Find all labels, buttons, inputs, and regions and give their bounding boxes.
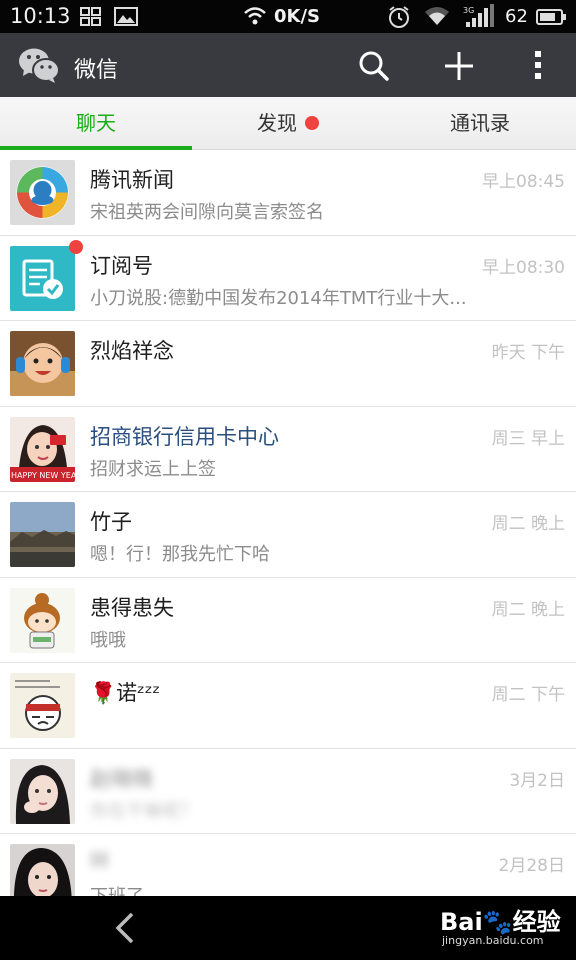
unread-badge: [69, 239, 83, 254]
woman-photo-icon: [10, 758, 75, 824]
svg-text:3G: 3G: [463, 6, 474, 15]
tab-label: 发现: [257, 111, 297, 135]
avatar: [10, 587, 75, 653]
wechat-logo-icon: [19, 48, 60, 83]
chat-time: 周二 晚上: [491, 514, 565, 534]
back-icon[interactable]: [110, 910, 142, 946]
status-time: 10:13: [10, 4, 71, 28]
chat-row[interactable]: HAPPY NEW YEAR 招商银行信用卡中心 招财求运上上签 周三 早上: [0, 406, 576, 492]
chat-time: 周二 晚上: [491, 599, 565, 620]
chat-row[interactable]: 订阅号 小刀说股:德勤中国发布2014年TMT行业十大... 早上08:30: [0, 235, 576, 321]
chat-preview: 嗯！行！那我先忙下哈: [90, 544, 270, 565]
chat-name: 🌹诺ᶻᶻᶻ: [90, 681, 161, 705]
chat-row[interactable]: 腾讯新闻 宋祖英两会间隙向莫言索签名 早上08:45: [0, 150, 576, 236]
alarm-clock-icon: [389, 6, 409, 28]
plus-icon[interactable]: [443, 50, 475, 82]
chat-row[interactable]: 🌹诺ᶻᶻᶻ 周二 下午: [0, 663, 576, 749]
avatar: [10, 160, 75, 225]
chat-name: III: [90, 848, 109, 872]
chat-name: 腾讯新闻: [90, 168, 174, 192]
woman-photo-icon: [10, 844, 75, 896]
chat-preview: 招财求运上上签: [90, 458, 216, 480]
cell-signal-icon: 3G: [463, 4, 494, 27]
baidu-watermark: Bai🐾经验 jingyan.baidu.com: [440, 896, 576, 960]
avatar: [10, 844, 75, 896]
chat-row[interactable]: 烈焰祥念 昨天 下午: [0, 321, 576, 407]
chat-time: 早上08:30: [482, 257, 565, 278]
chat-preview: 你在干嘛呢？: [90, 800, 198, 822]
chat-preview: 小刀说股:德勤中国发布2014年TMT行业十大...: [90, 287, 467, 309]
tab-discover[interactable]: 发现: [192, 97, 384, 150]
chat-time: 2月28日: [498, 856, 565, 876]
app-grid-icon: [80, 7, 101, 26]
watermark-main: Bai🐾经验: [440, 908, 561, 936]
chat-time: 周二 下午: [491, 685, 565, 705]
chat-name: 赵晓晓: [90, 766, 153, 791]
chat-time: 昨天 下午: [491, 343, 565, 363]
more-icon[interactable]: [528, 48, 548, 82]
woman-card-photo-icon: HAPPY NEW YEAR: [10, 416, 75, 482]
status-bar: 10:13 0K/S 3G 62: [0, 0, 576, 33]
chat-row[interactable]: 赵晓晓 你在干嘛呢？ 3月2日: [0, 748, 576, 834]
chat-name: 患得患失: [90, 595, 174, 620]
chat-time: 3月2日: [509, 770, 565, 791]
avatar: [10, 673, 75, 738]
chat-name: 订阅号: [90, 253, 153, 278]
app-title: 微信: [74, 58, 119, 83]
watermark-sub: jingyan.baidu.com: [442, 934, 544, 947]
avatar: [10, 331, 75, 396]
tab-bar: 聊天 发现 通讯录: [0, 97, 576, 150]
svg-text:HAPPY NEW YEAR: HAPPY NEW YEAR: [11, 471, 75, 480]
landscape-photo-icon: [10, 502, 75, 567]
chat-name: 竹子: [90, 510, 132, 534]
chat-preview: 哦哦: [90, 629, 126, 651]
tab-contacts[interactable]: 通讯录: [384, 97, 576, 150]
subscription-icon: [10, 245, 75, 311]
tab-label: 聊天: [76, 111, 116, 135]
avatar: [10, 245, 75, 311]
battery-percent: 62: [505, 6, 528, 27]
tab-chats[interactable]: 聊天: [0, 97, 192, 150]
chat-row[interactable]: 患得患失 哦哦 周二 晚上: [0, 577, 576, 663]
avatar: [10, 758, 75, 824]
image-notification-icon: [114, 7, 138, 26]
tab-label: 通讯录: [450, 111, 510, 135]
chat-preview: 下班了: [90, 882, 480, 896]
avatar: [10, 502, 75, 567]
new-dot-badge: [305, 115, 319, 130]
chat-list: 腾讯新闻 宋祖英两会间隙向莫言索签名 早上08:45 订阅号 小刀说股:德勤中国…: [0, 150, 576, 896]
action-bar: 微信: [0, 33, 576, 97]
network-speed: 0K/S: [274, 6, 321, 27]
chat-name: 烈焰祥念: [90, 339, 174, 363]
wifi-signal-icon: [425, 7, 449, 25]
avatar: HAPPY NEW YEAR: [10, 416, 75, 482]
chat-time: 周三 早上: [491, 428, 565, 449]
cartoon-girl-icon: [10, 587, 75, 653]
wifi-icon: [244, 7, 266, 25]
search-icon[interactable]: [358, 50, 390, 82]
cartoon-ninja-icon: [10, 673, 75, 738]
chat-row[interactable]: III 下班了 2月28日: [0, 834, 576, 896]
chat-name: 招商银行信用卡中心: [90, 424, 279, 449]
chat-time: 早上08:45: [482, 172, 565, 192]
tencent-news-logo-icon: [10, 160, 75, 225]
chat-preview: 宋祖英两会间隙向莫言索签名: [90, 202, 324, 223]
chat-row[interactable]: 竹子 嗯！行！那我先忙下哈 周二 晚上: [0, 492, 576, 578]
battery-icon: [536, 9, 566, 25]
baby-photo-icon: [10, 331, 75, 396]
